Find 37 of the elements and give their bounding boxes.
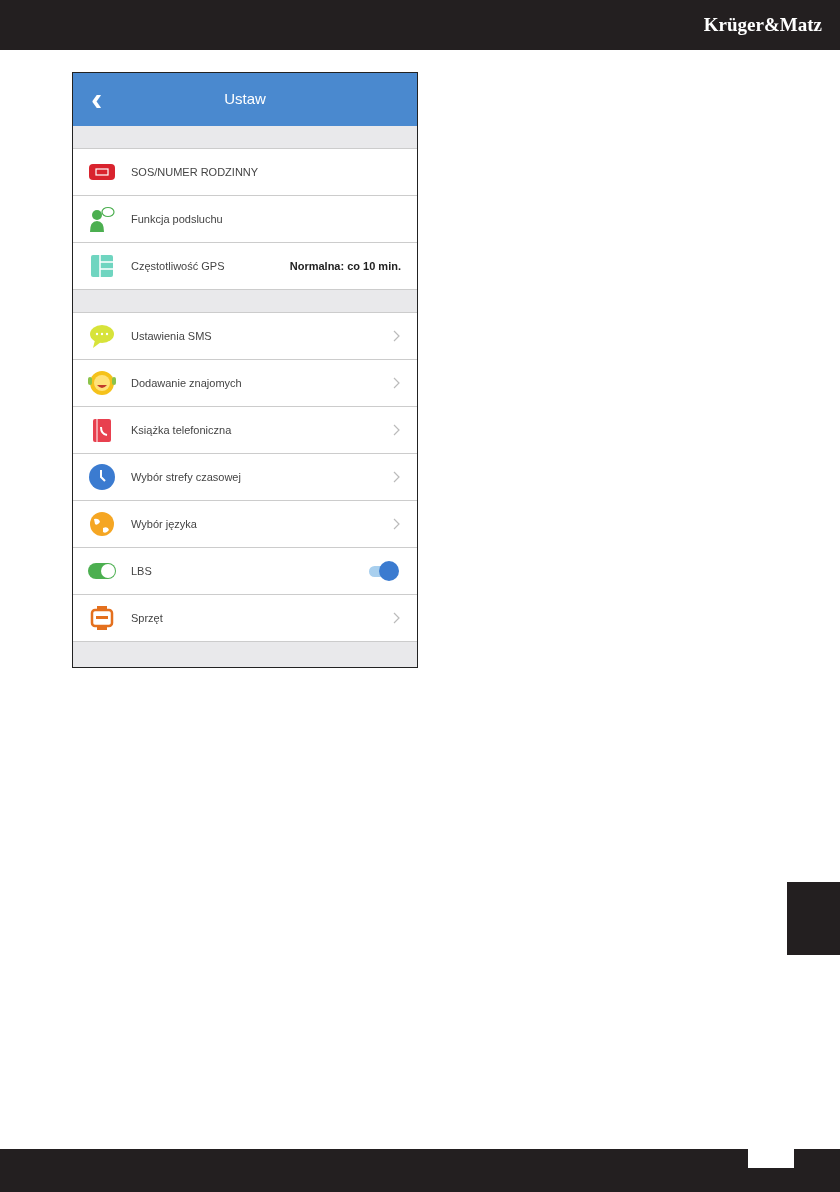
settings-row[interactable]: LBS xyxy=(73,548,417,595)
row-label: Częstotliwość GPS xyxy=(131,258,225,274)
settings-row[interactable]: SOS/NUMER RODZINNY xyxy=(73,149,417,196)
chevron-icon xyxy=(393,330,401,342)
toggle-switch[interactable] xyxy=(367,560,401,582)
settings-row[interactable]: Sprzęt xyxy=(73,595,417,642)
globe-icon xyxy=(87,510,117,538)
row-value: Normalna: co 10 min. xyxy=(289,258,401,274)
row-label: Dodawanie znajomych xyxy=(131,375,242,391)
chevron-icon xyxy=(393,518,401,530)
settings-row[interactable]: Książka telefoniczna xyxy=(73,407,417,454)
chevron-icon xyxy=(393,471,401,483)
row-label: Ustawienia SMS xyxy=(131,328,212,344)
clock-icon xyxy=(87,463,117,491)
back-button[interactable]: ‹ xyxy=(87,81,107,115)
row-label: Książka telefoniczna xyxy=(131,422,232,438)
chevron-icon xyxy=(393,424,401,436)
row-label: Funkcja podsluchu xyxy=(131,211,223,227)
chevron-icon xyxy=(393,377,401,389)
person-speech-icon xyxy=(87,205,117,233)
settings-row[interactable]: Częstotliwość GPS Normalna: co 10 min. xyxy=(73,243,417,290)
smiling-sun-icon xyxy=(87,369,117,397)
row-label: SOS/NUMER RODZINNY xyxy=(131,164,259,180)
screen-title: Ustaw xyxy=(224,89,266,110)
speech-bubble-icon xyxy=(87,322,117,350)
page-number-box xyxy=(748,1149,794,1168)
settings-row[interactable]: Wybór strefy czasowej xyxy=(73,454,417,501)
row-label: LBS xyxy=(131,563,152,579)
settings-row[interactable]: Ustawienia SMS xyxy=(73,313,417,360)
chevron-icon xyxy=(393,612,401,624)
settings-row[interactable]: Funkcja podsluchu xyxy=(73,196,417,243)
settings-row[interactable]: Dodawanie znajomych xyxy=(73,360,417,407)
row-label: Wybór strefy czasowej xyxy=(131,469,241,485)
row-label: Sprzęt xyxy=(131,610,163,626)
brand-logo: Krüger&Matz xyxy=(703,12,822,37)
row-label: Wybór języka xyxy=(131,516,197,532)
settings-row[interactable]: Wybór języka xyxy=(73,501,417,548)
